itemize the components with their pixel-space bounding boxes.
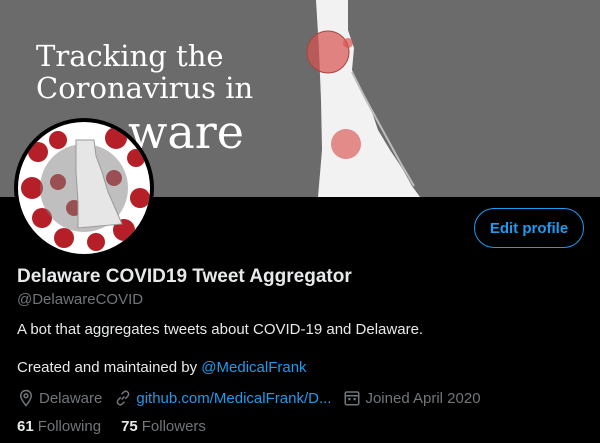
created-prefix: Created and maintained by (17, 359, 202, 376)
map-pin-icon (19, 389, 33, 407)
location-text: Delaware (39, 389, 103, 407)
location: Delaware (17, 389, 102, 407)
coronavirus-icon (21, 127, 150, 251)
following-count: 61 (17, 418, 34, 435)
creator-mention-link[interactable]: @MedicalFrank (201, 359, 306, 376)
profile-handle: @DelawareCOVID (17, 291, 144, 308)
profile-bio: A bot that aggregates tweets about COVID… (17, 321, 424, 338)
avatar-image (18, 122, 150, 254)
joined-text: Joined April 2020 (365, 389, 481, 407)
profile-meta: Delaware github.com/MedicalFrank/D... Jo… (17, 388, 493, 408)
banner-line-2: Coronavirus in (36, 71, 254, 106)
website[interactable]: github.com/MedicalFrank/D... (114, 389, 331, 407)
link-icon (117, 390, 130, 406)
website-link[interactable]: github.com/MedicalFrank/D... (136, 390, 331, 407)
profile-created-line: Created and maintained by @MedicalFrank (17, 359, 307, 376)
followers-count: 75 (121, 418, 138, 435)
following-link[interactable]: 61 Following (17, 418, 101, 435)
edit-profile-button[interactable]: Edit profile (474, 208, 584, 248)
profile-name: Delaware COVID19 Tweet Aggregator (17, 266, 352, 287)
joined-date: Joined April 2020 (343, 389, 481, 407)
followers-label: Followers (141, 418, 206, 435)
followers-link[interactable]: 75 Followers (121, 418, 206, 435)
banner-line-1: Tracking the (36, 39, 224, 73)
calendar-icon (344, 391, 360, 406)
following-label: Following (37, 418, 102, 435)
follow-stats: 61 Following 75 Followers (17, 418, 226, 435)
avatar[interactable] (14, 118, 154, 258)
